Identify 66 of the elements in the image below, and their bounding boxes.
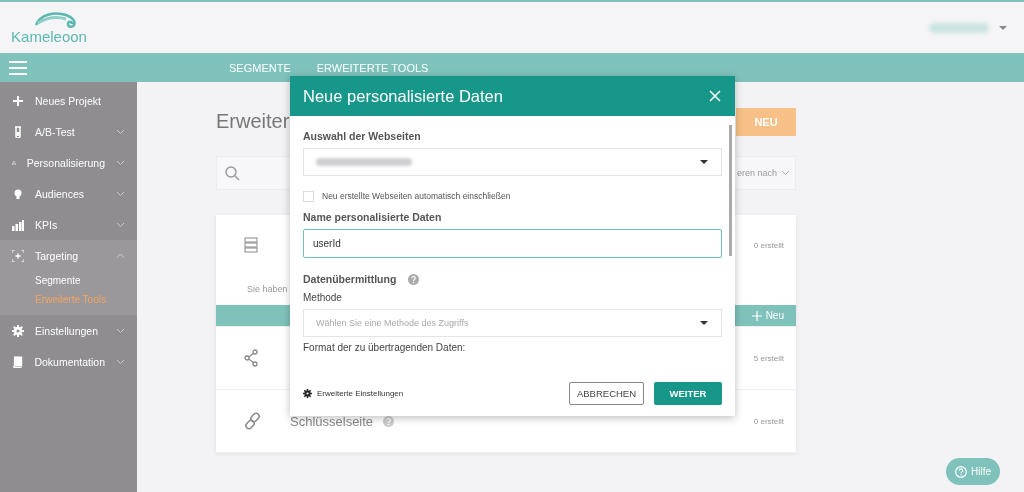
checkbox[interactable] <box>303 190 314 202</box>
empty-message: Sie haben <box>247 285 288 294</box>
sidebar-label: Audiences <box>35 187 86 200</box>
field-label: Datenübermittlung <box>303 273 397 285</box>
help-button[interactable]: Hilfe <box>946 458 1000 485</box>
menu-icon <box>9 60 27 75</box>
bar-chart-icon <box>12 218 24 231</box>
sidebar-item[interactable]: Personalisierung <box>0 147 137 178</box>
count-label: 5 erstellt <box>753 353 784 363</box>
cancel-button[interactable]: ABBRECHEN <box>569 382 644 405</box>
caret-icon <box>999 25 1007 30</box>
sidebar-label: KPIs <box>35 218 59 231</box>
sidebar-label: Einstellungen <box>35 324 100 337</box>
select-field[interactable]: Wählen Sie eine Methode des Zugriffs <box>303 309 722 337</box>
plus-icon <box>12 94 24 107</box>
sort-label: eren nach <box>736 168 777 178</box>
scrollbar[interactable] <box>729 125 732 256</box>
sidebar-item[interactable]: Neues Projekt <box>0 85 137 116</box>
book-icon <box>12 355 24 368</box>
field-label: Methode <box>303 292 343 303</box>
select-field[interactable] <box>303 148 722 176</box>
redacted-text <box>929 22 989 33</box>
server-icon <box>244 237 258 253</box>
sidebar-label: A/B-Test <box>35 125 76 138</box>
sidebar-item[interactable]: Targeting <box>0 240 137 271</box>
count-label: 0 erstellt <box>753 240 784 250</box>
close-icon <box>709 90 721 102</box>
target-icon <box>12 249 24 262</box>
sidebar-label: Personalisierung <box>26 156 105 169</box>
sidebar-subitem[interactable]: Segmente <box>0 271 137 290</box>
sidebar-item[interactable]: Dokumentation <box>0 346 137 377</box>
caret-icon <box>700 321 708 325</box>
count-label: 0 erstellt <box>753 416 784 426</box>
card-title: Schlüsselseite <box>290 413 374 429</box>
field-label: Format der zu übertragenden Daten: <box>303 342 467 353</box>
help-icon <box>955 465 967 478</box>
lightbulb-icon <box>12 187 24 200</box>
logo[interactable]: Kameleoon <box>11 28 87 45</box>
next-button[interactable]: WEITER <box>654 382 722 405</box>
dialog-title: Neue personalisierte Daten <box>303 86 503 106</box>
sidebar-item[interactable]: KPIs <box>0 209 137 240</box>
checkbox-label: Neu erstellte Webseiten automatisch einschließen <box>322 191 511 201</box>
sidebar-item[interactable]: A/B-Test <box>0 116 137 147</box>
page-title: Erweiter <box>216 110 290 133</box>
chevron-down-icon <box>781 170 790 176</box>
sidebar-item[interactable]: Audiences <box>0 178 137 209</box>
field-label: Name personalisierte Daten <box>303 211 442 223</box>
plus-icon <box>751 310 762 321</box>
text-input[interactable]: userId <box>303 229 722 258</box>
close-button[interactable] <box>709 90 721 102</box>
nav-tab[interactable]: ERWEITERTE TOOLS <box>316 61 429 74</box>
sidebar-item[interactable]: Einstellungen <box>0 315 137 346</box>
sidebar-label: Dokumentation <box>34 355 105 368</box>
sidebar-label: Targeting <box>35 249 80 262</box>
link-icon <box>244 412 262 430</box>
sidebar-label: Neues Projekt <box>35 94 102 107</box>
field-label: Auswahl der Webseiten <box>303 130 421 142</box>
nav-tab[interactable]: SEGMENTE <box>229 61 291 74</box>
share-icon <box>244 349 258 367</box>
add-button[interactable]: Neu <box>751 305 784 326</box>
caret-icon <box>700 160 708 164</box>
settings-icon <box>12 324 24 337</box>
search-icon <box>225 165 240 181</box>
settings-link[interactable]: Erweiterte Einstellungen <box>303 389 404 398</box>
chameleon-icon <box>34 10 78 29</box>
flask-icon <box>12 125 24 138</box>
